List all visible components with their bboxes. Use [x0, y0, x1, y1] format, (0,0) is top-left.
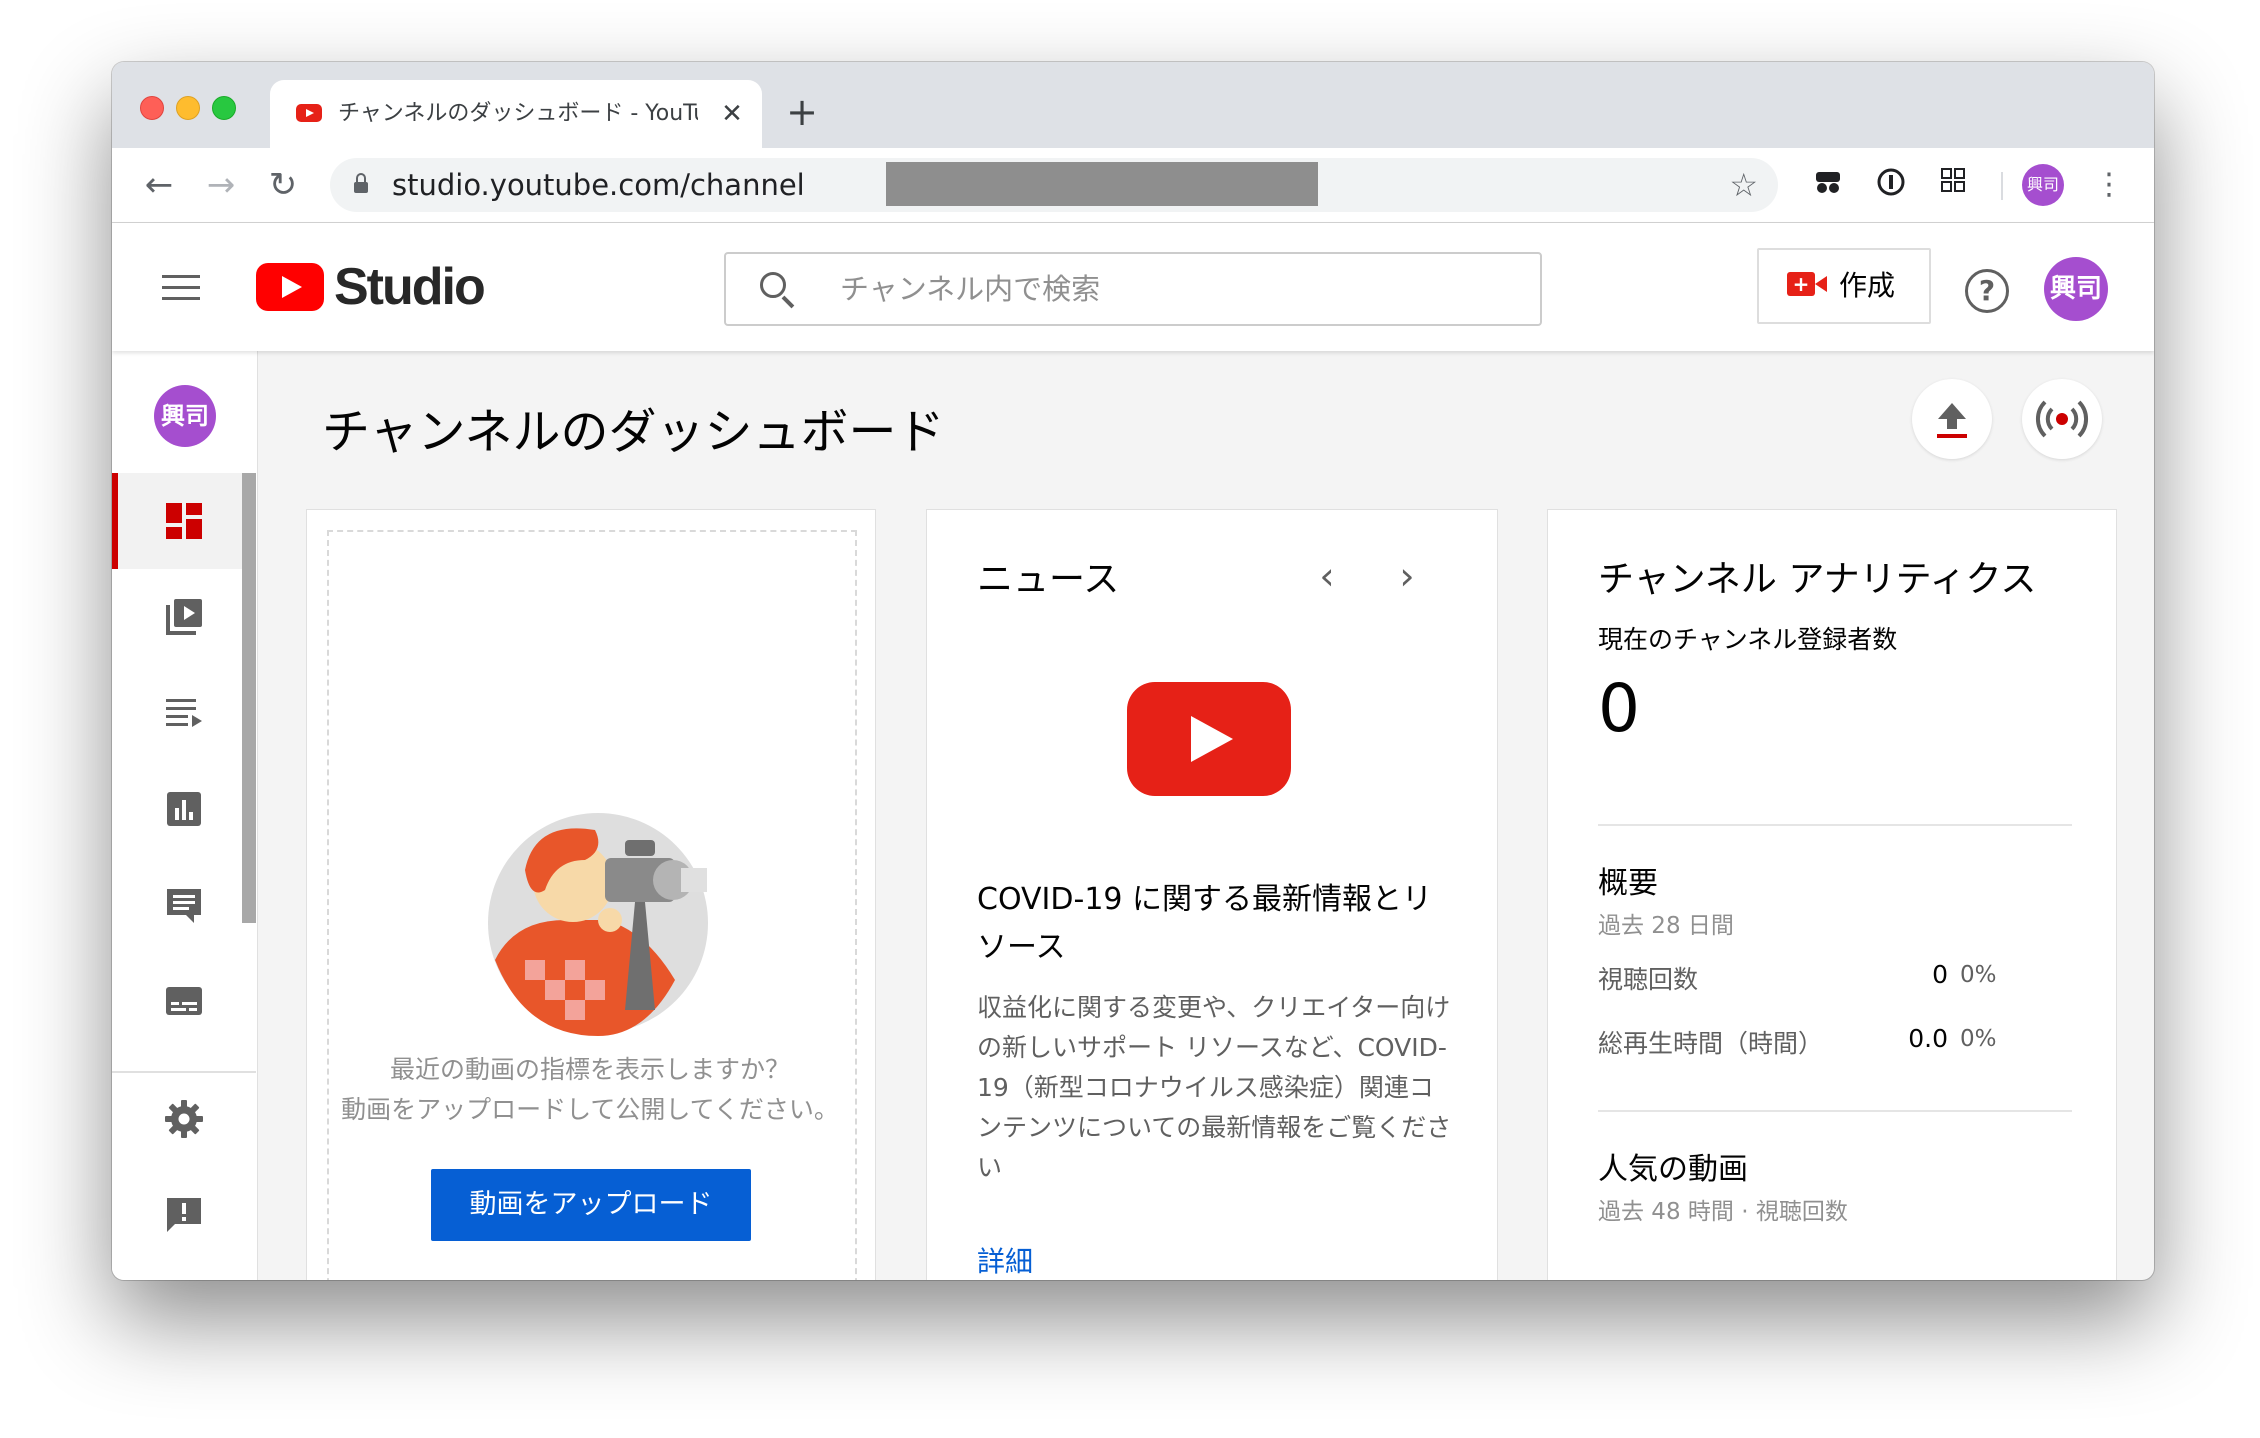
subtitles-icon [166, 987, 202, 1015]
upload-videos-button[interactable]: 動画をアップロード [431, 1169, 751, 1241]
window-minimize-button[interactable] [176, 96, 200, 120]
browser-toolbar: ← → ↻ studio.youtube.com/channel ☆ 興司 ⋮ [112, 148, 2154, 223]
popular-videos-period: 過去 48 時間 · 視聴回数 [1598, 1199, 1848, 1225]
upload-hint: 最近の動画の指標を表示しますか？ 動画をアップロードして公開してください。 [307, 1050, 873, 1130]
browser-menu-icon[interactable]: ⋮ [2094, 164, 2124, 206]
videographer-illustration [488, 813, 708, 1036]
extension-password-icon[interactable] [1872, 166, 1910, 204]
news-card: ニュース ‹ › COVID-19 に関する最新情報とリソース 収益化に関する変… [926, 509, 1498, 1280]
sidebar-item-subtitles[interactable] [112, 953, 244, 1049]
new-tab-button[interactable]: + [772, 82, 832, 142]
account-avatar[interactable]: 興司 [2044, 257, 2108, 321]
search-icon [760, 272, 786, 298]
left-sidebar: 興司 [112, 351, 258, 1280]
watch-time-label: 総再生時間（時間） [1598, 1029, 1824, 1058]
tab-title: チャンネルのダッシュボード - YouTube Studio [338, 101, 698, 126]
sidebar-item-comments[interactable] [112, 857, 244, 953]
tab-close-icon[interactable]: ✕ [714, 94, 750, 134]
extension-grid-icon[interactable] [1934, 166, 1972, 204]
channel-analytics-card: チャンネル アナリティクス 現在のチャンネル登録者数 0 概要 過去 28 日間… [1547, 509, 2117, 1280]
url-text[interactable]: studio.youtube.com/channel [392, 158, 805, 212]
upload-video-button[interactable] [1912, 379, 1992, 459]
analytics-title: チャンネル アナリティクス [1598, 559, 2037, 600]
news-prev-icon[interactable]: ‹ [1309, 557, 1345, 595]
settings-icon [165, 1100, 203, 1138]
news-details-link[interactable]: 詳細 [977, 1240, 1033, 1280]
search-input[interactable]: チャンネル内で検索 [724, 252, 1542, 326]
subscribers-label: 現在のチャンネル登録者数 [1598, 625, 1898, 654]
window-maximize-button[interactable] [212, 96, 236, 120]
summary-title: 概要 [1598, 866, 1658, 901]
sidebar-item-settings[interactable] [112, 1071, 244, 1167]
sidebar-item-dashboard[interactable] [112, 473, 244, 569]
live-broadcast-icon [2035, 400, 2089, 438]
channel-avatar[interactable]: 興司 [154, 385, 216, 447]
extension-incognito-icon[interactable] [1809, 166, 1847, 204]
views-label: 視聴回数 [1598, 965, 1699, 994]
studio-header: Studio チャンネル内で検索 作成 ? 興司 [112, 223, 2154, 351]
sidebar-item-videos[interactable] [112, 569, 244, 665]
address-bar[interactable]: studio.youtube.com/channel ☆ [330, 158, 1778, 212]
toolbar-divider [2001, 172, 2003, 200]
profile-avatar[interactable]: 興司 [2022, 164, 2064, 206]
tab-bar: チャンネルのダッシュボード - YouTube Studio ✕ + [112, 62, 2154, 148]
sidebar-item-playlists[interactable] [112, 665, 244, 761]
news-headline[interactable]: COVID-19 に関する最新情報とリソース [977, 876, 1457, 972]
upload-hint-line1: 最近の動画の指標を表示しますか？ [389, 1055, 790, 1084]
upload-hint-line2: 動画をアップロードして公開してください。 [341, 1095, 839, 1124]
popular-videos-title: 人気の動画 [1598, 1152, 1748, 1187]
help-icon[interactable]: ? [1965, 269, 2009, 313]
news-title: ニュース [977, 559, 1120, 600]
search-placeholder: チャンネル内で検索 [840, 272, 1101, 306]
sidebar-item-feedback[interactable] [112, 1167, 244, 1263]
feedback-icon [167, 1198, 201, 1232]
bookmark-star-icon[interactable]: ☆ [1729, 158, 1758, 212]
back-icon[interactable]: ← [134, 160, 184, 210]
forward-icon[interactable]: → [196, 160, 246, 210]
views-change: 0% [1960, 962, 1997, 988]
summary-period: 過去 28 日間 [1598, 913, 1734, 939]
analytics-divider [1598, 824, 2072, 826]
watch-time-value: 0.0 [1908, 1024, 1948, 1053]
browser-window: チャンネルのダッシュボード - YouTube Studio ✕ + ← → ↻… [112, 62, 2154, 1280]
youtube-play-icon [1127, 682, 1291, 796]
window-close-button[interactable] [140, 96, 164, 120]
analytics-icon [167, 792, 201, 826]
upload-icon [1937, 403, 1967, 438]
page-title: チャンネルのダッシュボード [322, 404, 945, 460]
lock-icon [354, 173, 368, 193]
redacted-url-part [886, 162, 1318, 206]
browser-tab[interactable]: チャンネルのダッシュボード - YouTube Studio ✕ [270, 80, 762, 148]
sidebar-item-analytics[interactable] [112, 761, 244, 857]
create-video-icon [1787, 272, 1827, 296]
analytics-divider-2 [1598, 1110, 2072, 1112]
views-value: 0 [1932, 960, 1948, 989]
sidebar-scrollbar[interactable] [242, 473, 256, 923]
create-button[interactable]: 作成 [1757, 248, 1931, 324]
go-live-button[interactable] [2022, 379, 2102, 459]
news-body: 収益化に関する変更や、クリエイター向けの新しいサポート リソースなど、COVID… [977, 993, 1452, 1182]
hamburger-menu-icon[interactable] [162, 275, 200, 301]
dashboard-icon [166, 503, 202, 539]
create-label: 作成 [1839, 269, 1896, 302]
upload-card: 最近の動画の指標を表示しますか？ 動画をアップロードして公開してください。 動画… [306, 509, 876, 1280]
news-next-icon[interactable]: › [1389, 557, 1425, 595]
reload-icon[interactable]: ↻ [258, 160, 308, 210]
comments-icon [167, 889, 201, 923]
watch-time-change: 0% [1960, 1026, 1997, 1052]
youtube-logo-icon[interactable] [256, 263, 324, 311]
studio-logo-text[interactable]: Studio [334, 255, 486, 319]
subscribers-value: 0 [1598, 670, 1640, 747]
youtube-favicon-icon [296, 104, 322, 122]
videos-icon [166, 599, 202, 635]
playlists-icon [166, 699, 202, 727]
